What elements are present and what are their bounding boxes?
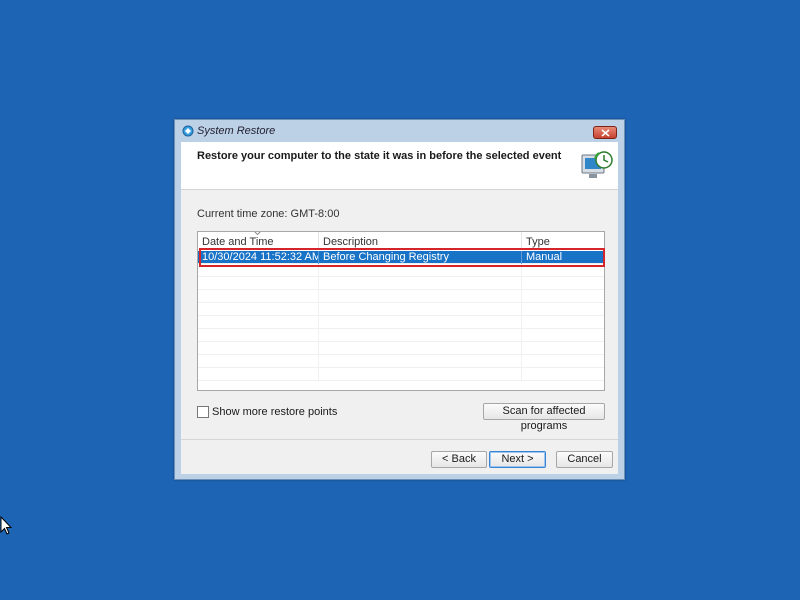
- table-row[interactable]: 10/30/2024 11:52:32 AM Before Changing R…: [198, 251, 604, 264]
- header-text: Restore your computer to the state it wa…: [197, 150, 562, 162]
- sort-arrow-icon: [254, 232, 261, 235]
- cell-date: 10/30/2024 11:52:32 AM: [198, 251, 319, 264]
- show-more-checkbox[interactable]: Show more restore points: [197, 406, 337, 418]
- cell-type: Manual: [526, 251, 563, 263]
- empty-row: [198, 316, 604, 329]
- scan-affected-programs-button[interactable]: Scan for affected programs: [483, 403, 605, 432]
- empty-row: [198, 277, 604, 290]
- system-restore-icon: [182, 125, 194, 137]
- restore-points-list[interactable]: Date and Time Description Type 10/30/202…: [197, 231, 605, 391]
- empty-row: [198, 303, 604, 316]
- empty-row: [198, 290, 604, 303]
- empty-row: [198, 355, 604, 368]
- empty-row: [198, 264, 604, 277]
- close-icon: [601, 129, 610, 137]
- title-bar[interactable]: System Restore: [175, 120, 624, 142]
- show-more-label: Show more restore points: [212, 406, 338, 418]
- system-restore-window: System Restore Restore your computer to …: [174, 119, 625, 480]
- system-restore-large-icon: [581, 151, 613, 178]
- column-label: Description: [323, 236, 379, 248]
- window-title: System Restore: [197, 125, 276, 137]
- mouse-pointer-icon: [0, 516, 12, 535]
- column-header-description[interactable]: Description: [319, 232, 522, 249]
- next-button[interactable]: Next >: [489, 451, 546, 468]
- column-header-type[interactable]: Type: [522, 232, 604, 249]
- back-button[interactable]: < Back: [431, 451, 487, 468]
- list-header: Date and Time Description Type: [198, 232, 604, 250]
- checkbox-box[interactable]: [197, 406, 209, 418]
- cell-description: Before Changing Registry: [319, 251, 522, 264]
- timezone-label: Current time zone: GMT-8:00: [197, 208, 340, 220]
- empty-row: [198, 329, 604, 342]
- empty-row: [198, 342, 604, 355]
- wizard-footer: < Back Next > Cancel: [181, 439, 618, 474]
- column-label: Type: [526, 236, 550, 248]
- close-button[interactable]: [593, 126, 617, 139]
- cancel-button[interactable]: Cancel: [556, 451, 613, 468]
- column-label: Date and Time: [202, 236, 274, 248]
- empty-row: [198, 368, 604, 381]
- wizard-header: Restore your computer to the state it wa…: [181, 142, 618, 189]
- column-header-date[interactable]: Date and Time: [198, 232, 319, 249]
- wizard-body: Current time zone: GMT-8:00 Date and Tim…: [181, 189, 618, 439]
